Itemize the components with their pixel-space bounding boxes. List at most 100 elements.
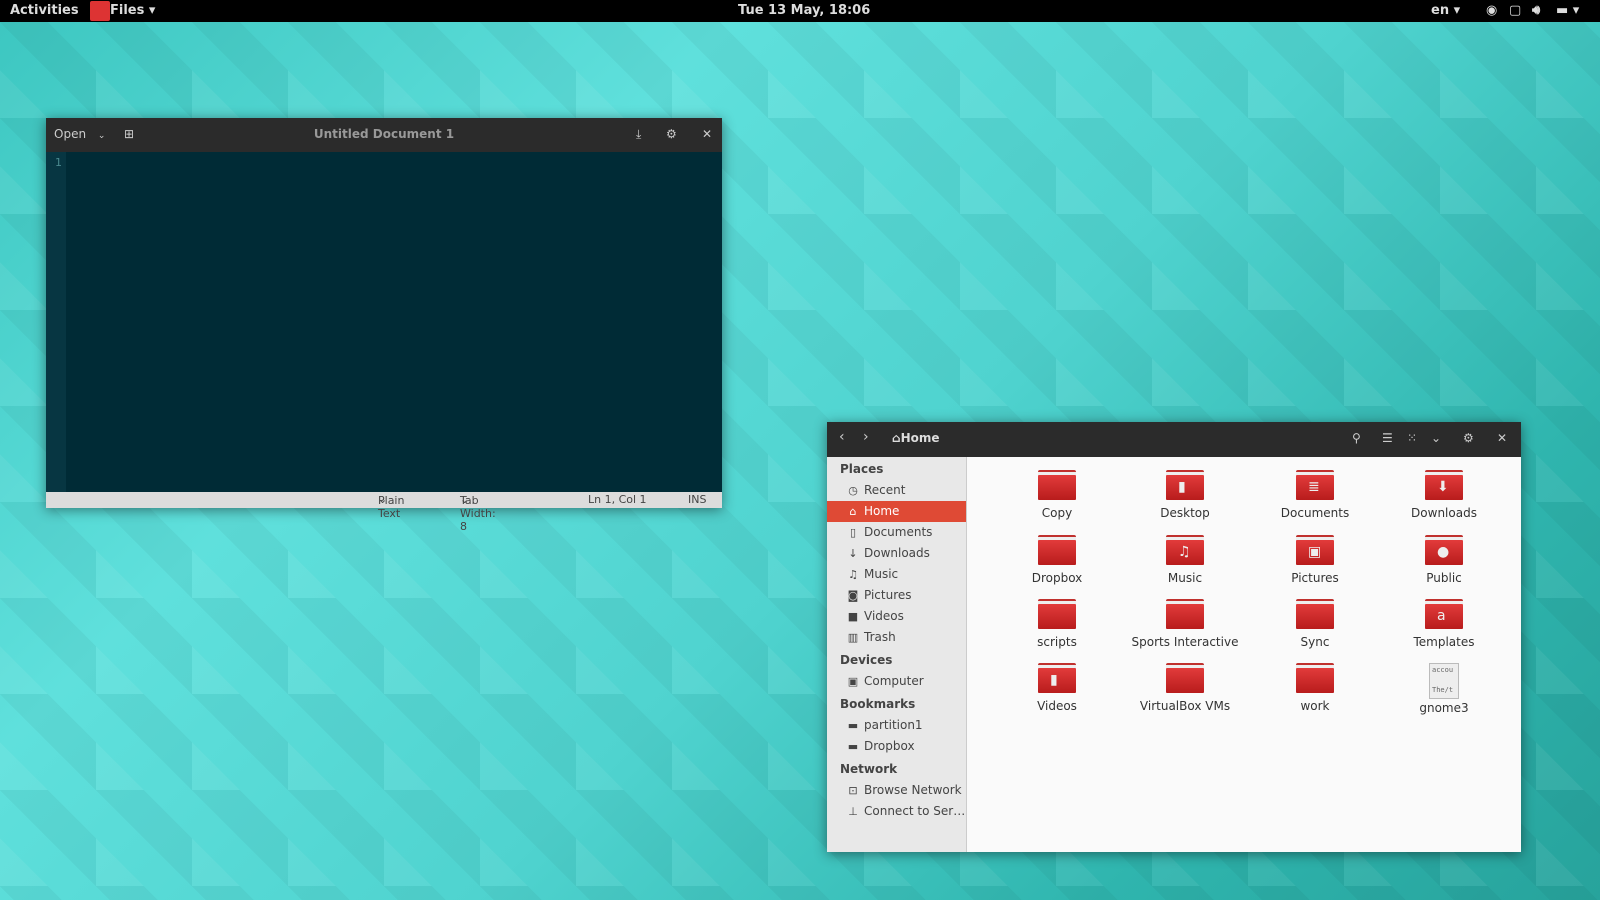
file-preview-text: accou [1432,666,1456,674]
folder-icon [1296,599,1334,629]
activities-button[interactable]: Activities [10,3,79,18]
path-bar-home[interactable]: ⌂Home [892,431,940,445]
file-label: Sports Interactive [1125,635,1245,649]
folder-icon [1166,599,1204,629]
file-item[interactable]: ▣Pictures [1255,535,1375,585]
sidebar-item-label: Videos [864,606,904,627]
tab-width-selector[interactable]: Tab Width: 8 ⌄ [460,493,469,506]
grid-view-icon[interactable]: ⁙ [1407,431,1417,445]
folder-icon [1038,470,1076,500]
file-item[interactable]: ●Public [1384,535,1504,585]
folder-icon: ♫ [1166,535,1204,565]
files-header-bar: ‹ › ⌂Home ⚲ ☰ ⁙ ⌄ ⚙ ✕ [827,422,1521,457]
sidebar-item-trash[interactable]: ▥Trash [827,627,966,648]
file-item[interactable]: Copy [997,470,1117,520]
list-view-icon[interactable]: ☰ [1382,431,1393,445]
sidebar-item-partition1[interactable]: ▬partition1 [827,715,966,736]
folder-icon: ▬ [847,736,859,757]
file-item[interactable]: ▮ Desktop [1125,470,1245,520]
sidebar-section-header: Network [827,757,966,780]
file-label: Pictures [1255,571,1375,585]
volume-icon[interactable]: 🔊︎ [1532,3,1540,18]
sidebar-section-header: Devices [827,648,966,671]
file-grid: Copy▮Desktop≣Documents⬇DownloadsDropbox♫… [967,457,1521,852]
sidebar-item-recent[interactable]: ◷Recent [827,480,966,501]
folder-icon: ▮ [1038,663,1076,693]
file-label: Videos [997,699,1117,713]
files-app-icon [90,1,110,21]
home-icon: ⌂ [847,501,859,522]
file-item[interactable]: Sync [1255,599,1375,649]
file-item[interactable]: Dropbox [997,535,1117,585]
sidebar-item-home[interactable]: ⌂Home [827,501,966,522]
sidebar-item-pictures[interactable]: ◙Pictures [827,585,966,606]
folder-icon [1166,663,1204,693]
file-label: scripts [997,635,1117,649]
sidebar-item-connect-to-ser-[interactable]: ⊥Connect to Ser… [827,801,966,822]
save-icon[interactable]: ⤓ [636,127,641,142]
folder-icon: ▮ [1166,470,1204,500]
accessibility-icon[interactable]: ◉ [1486,3,1497,18]
sidebar-item-music[interactable]: ♫Music [827,564,966,585]
sidebar-item-computer[interactable]: ▣Computer [827,671,966,692]
language-indicator[interactable]: en ▾ [1431,3,1460,18]
sidebar-item-label: Pictures [864,585,912,606]
file-manager-window: ‹ › ⌂Home ⚲ ☰ ⁙ ⌄ ⚙ ✕ Places◷Recent⌂Home… [827,422,1521,852]
sidebar-item-label: Downloads [864,543,930,564]
gear-icon[interactable]: ⚙ [666,127,677,141]
sidebar-section-header: Bookmarks [827,692,966,715]
search-icon[interactable]: ⚲ [1352,431,1361,445]
location-label: Home [901,431,940,445]
text-area[interactable]: 1 [46,152,722,492]
file-item[interactable]: aTemplates [1384,599,1504,649]
file-item[interactable]: scripts [997,599,1117,649]
status-bar: Plain Text ⌄ Tab Width: 8 ⌄ Ln 1, Col 1 … [46,492,722,508]
sidebar-item-videos[interactable]: ■Videos [827,606,966,627]
sidebar-item-dropbox[interactable]: ▬Dropbox [827,736,966,757]
text-editor-window: Open ⌄ ⊞ Untitled Document 1 ⤓ ⚙ ✕ 1 Pla… [46,118,722,508]
sidebar-item-downloads[interactable]: ↓Downloads [827,543,966,564]
close-icon[interactable]: ✕ [702,127,712,141]
language-label: Plain Text [378,494,404,520]
sidebar-item-label: Browse Network [864,780,962,801]
window-title: Untitled Document 1 [46,127,722,141]
document-icon: ▯ [847,522,859,543]
top-bar: Activities Files ▾ Tue 13 May, 18:06 en … [0,0,1600,22]
chevron-down-icon[interactable]: ⌄ [1431,431,1441,445]
sidebar-item-browse-network[interactable]: ⊡Browse Network [827,780,966,801]
drive-icon: ▣ [847,671,859,692]
sidebar-item-label: Computer [864,671,924,692]
app-menu[interactable]: Files ▾ [110,3,155,18]
sidebar-item-documents[interactable]: ▯Documents [827,522,966,543]
video-icon: ■ [847,606,859,627]
file-label: Desktop [1125,506,1245,520]
gear-icon[interactable]: ⚙ [1463,431,1474,445]
camera-icon: ◙ [847,585,859,606]
file-item[interactable]: VirtualBox VMs [1125,663,1245,713]
file-label: Downloads [1384,506,1504,520]
file-item[interactable]: work [1255,663,1375,713]
folder-icon [1038,535,1076,565]
forward-button[interactable]: › [863,429,869,445]
line-number: 1 [55,156,62,169]
folder-icon [1038,599,1076,629]
close-icon[interactable]: ✕ [1497,431,1507,445]
language-selector[interactable]: Plain Text ⌄ [378,493,387,506]
clock[interactable]: Tue 13 May, 18:06 [738,3,870,18]
music-icon: ♫ [847,564,859,585]
file-item[interactable]: ♫Music [1125,535,1245,585]
file-item[interactable]: ≣Documents [1255,470,1375,520]
window-icon[interactable]: ▢ [1509,3,1521,18]
file-label: Documents [1255,506,1375,520]
file-item[interactable]: ⬇ Downloads [1384,470,1504,520]
file-item[interactable]: Sports Interactive [1125,599,1245,649]
file-item[interactable]: ▮ Videos [997,663,1117,713]
file-label: VirtualBox VMs [1125,699,1245,713]
file-item[interactable]: accouThe/tgnome3 [1384,663,1504,715]
editor-header-bar: Open ⌄ ⊞ Untitled Document 1 ⤓ ⚙ ✕ [46,118,722,152]
battery-icon[interactable]: ▬ ▾ [1556,3,1579,18]
back-button[interactable]: ‹ [839,429,845,445]
file-preview-text: The/t [1432,686,1456,694]
folder-icon: ⬇ [1425,470,1463,500]
language-label: en [1431,3,1449,18]
